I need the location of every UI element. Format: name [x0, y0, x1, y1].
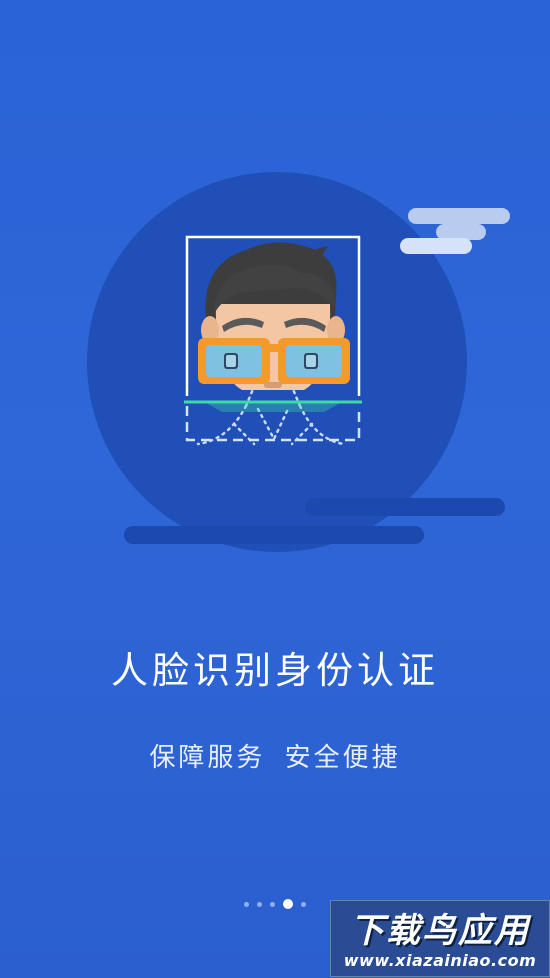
watermark-url: www.xiazainiao.com — [343, 951, 537, 970]
subtitle-part: 保障服务 — [149, 743, 266, 773]
watermark: 下载鸟应用 www.xiazainiao.com — [330, 900, 550, 977]
page-title: 人脸识别身份认证 — [111, 649, 439, 692]
subtitle-part: 安全便捷 — [284, 743, 401, 773]
ground-shape — [124, 526, 424, 544]
watermark-title: 下载鸟应用 — [350, 911, 530, 951]
face-scan-frame — [184, 235, 362, 446]
onboarding-screen[interactable]: 人脸识别身份认证 保障服务 安全便捷 下载鸟应用 www.xiazainiao.… — [0, 0, 550, 978]
cloud-icon — [400, 238, 472, 254]
cloud-icon — [408, 208, 510, 224]
page-dot[interactable] — [301, 901, 306, 907]
page-dot[interactable] — [244, 901, 249, 907]
face-recognition-illustration — [0, 0, 550, 600]
page-dot[interactable] — [270, 901, 275, 907]
page-subtitle: 保障服务 安全便捷 — [0, 737, 550, 774]
ground-shape — [305, 498, 505, 516]
page-dot[interactable] — [257, 901, 262, 907]
page-dot-active[interactable] — [283, 899, 293, 909]
